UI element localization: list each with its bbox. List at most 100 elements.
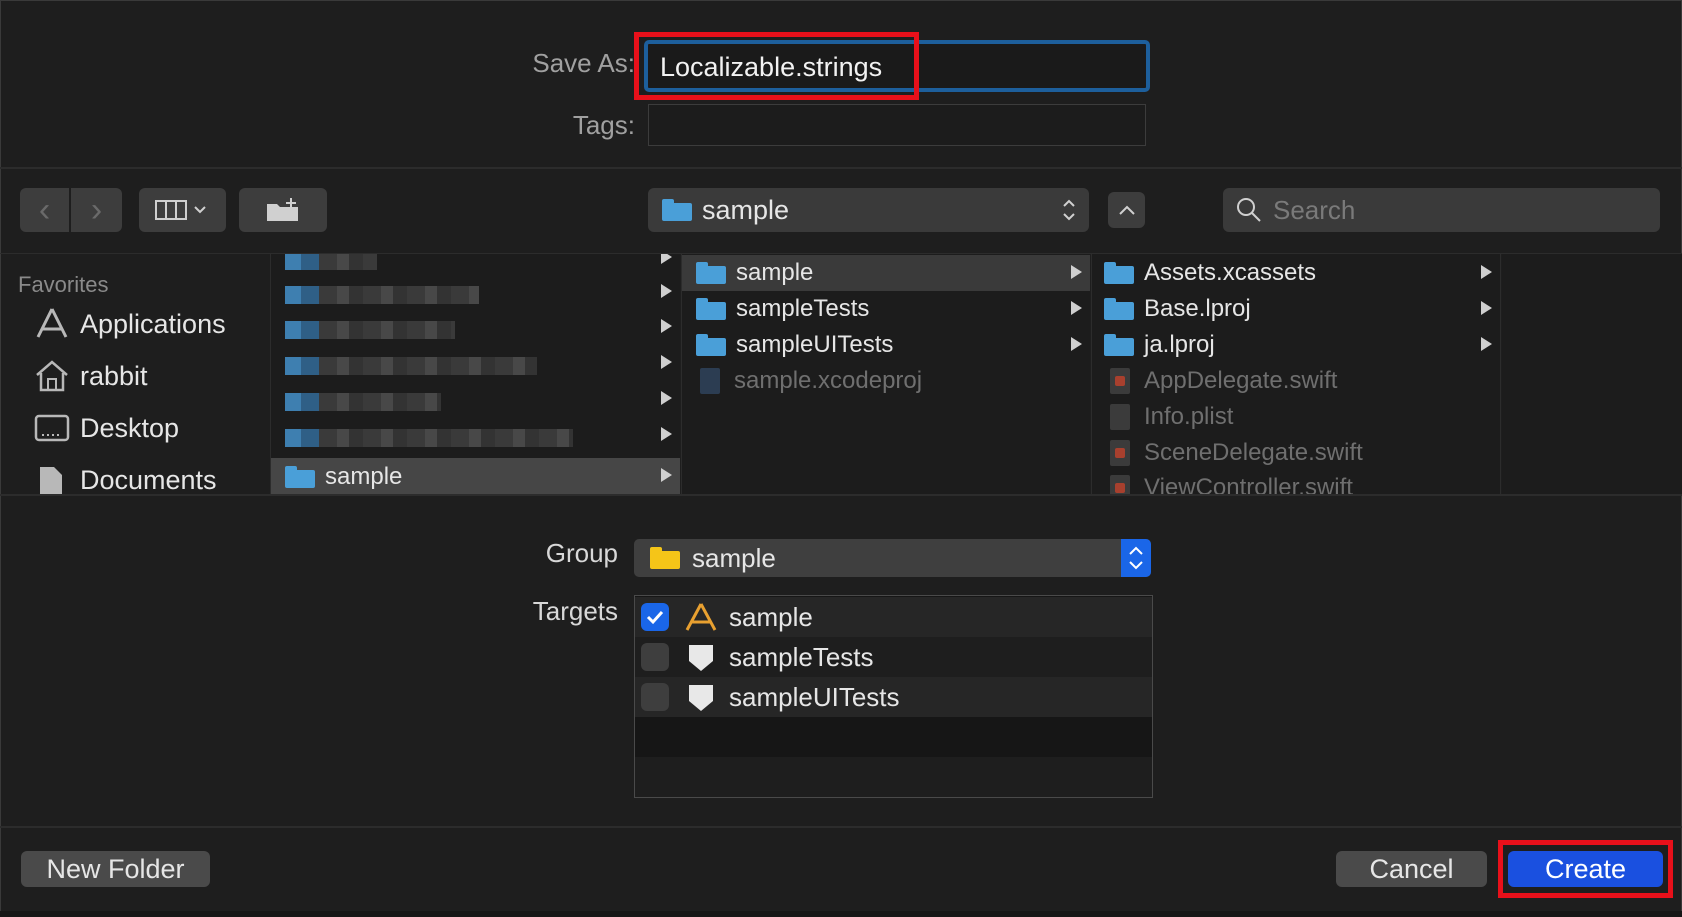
browser-row-selected[interactable]: sample	[271, 458, 680, 494]
browser-row[interactable]: sample	[682, 255, 1090, 291]
blurred-icon	[285, 254, 319, 270]
new-folder-toolbar-button[interactable]	[239, 188, 327, 232]
group-value: sample	[692, 542, 776, 573]
disclosure-arrow-icon	[661, 254, 672, 264]
search-icon	[1237, 198, 1261, 222]
row-label: sampleUITests	[736, 331, 894, 358]
target-row[interactable]: sampleTests	[635, 637, 1152, 677]
target-row[interactable]: sampleUITests	[635, 677, 1152, 717]
row-label: Assets.xcassets	[1144, 259, 1317, 286]
up-down-arrows-icon	[1063, 199, 1075, 221]
browser-row: sample.xcodeproj	[682, 363, 1090, 399]
separator	[0, 826, 1682, 828]
separator	[0, 494, 1682, 496]
swift-file-icon	[1110, 475, 1130, 494]
save-as-label: Save As:	[532, 48, 635, 78]
row-label: sample	[736, 259, 814, 286]
targets-label: Targets	[532, 596, 618, 626]
blurred-text	[319, 321, 455, 339]
blurred-icon	[285, 286, 319, 304]
disclosure-arrow-icon	[661, 284, 672, 298]
blurred-text	[319, 254, 377, 270]
folder-icon	[696, 262, 726, 284]
browser-row: ViewController.swift	[1092, 470, 1500, 494]
cancel-button[interactable]: Cancel	[1336, 851, 1487, 887]
browser-row[interactable]: sampleUITests	[682, 327, 1090, 363]
row-label: Info.plist	[1144, 403, 1234, 430]
blurred-text	[319, 393, 441, 411]
target-label: sample	[729, 601, 813, 632]
target-row[interactable]: sample	[635, 597, 1152, 637]
disclosure-arrow-icon	[1481, 265, 1492, 279]
browser-row[interactable]: Base.lproj	[1092, 291, 1500, 327]
sidebar-item-desktop[interactable]: Desktop	[34, 408, 179, 448]
target-checkbox[interactable]	[641, 603, 669, 631]
blurred-text	[319, 429, 573, 447]
app-target-icon	[685, 603, 717, 631]
tags-label: Tags:	[572, 110, 635, 140]
new-folder-icon	[267, 198, 298, 221]
row-label: AppDelegate.swift	[1144, 367, 1338, 394]
target-checkbox[interactable]	[641, 643, 669, 671]
desktop-icon	[34, 414, 70, 442]
swift-file-icon	[1110, 368, 1130, 394]
forward-button[interactable]: ›	[71, 188, 122, 232]
browser-column-2: sample sampleTests sampleUITests sample.…	[681, 254, 1090, 494]
browser-row[interactable]: sampleTests	[682, 291, 1090, 327]
row-label: SceneDelegate.swift	[1144, 439, 1363, 466]
browser-row: Info.plist	[1092, 399, 1500, 435]
empty-row	[635, 757, 1152, 797]
row-label: ja.lproj	[1144, 331, 1215, 358]
home-icon	[36, 360, 68, 392]
sidebar-item-documents[interactable]: Documents	[34, 460, 217, 494]
blurred-icon	[285, 357, 319, 375]
sidebar-item-applications[interactable]: Applications	[34, 304, 226, 344]
chevron-right-icon: ›	[90, 190, 103, 229]
browser-row: SceneDelegate.swift	[1092, 435, 1500, 471]
sidebar-header: Favorites	[18, 272, 109, 297]
disclosure-arrow-icon	[1481, 337, 1492, 351]
create-highlight	[1498, 840, 1673, 898]
sidebar-item-label: Desktop	[80, 412, 180, 443]
row-label: Base.lproj	[1144, 295, 1251, 322]
sidebar-item-rabbit[interactable]: rabbit	[34, 356, 148, 396]
sidebar-item-label: Documents	[80, 464, 217, 495]
browser-column-3: Assets.xcassets Base.lproj ja.lproj AppD…	[1091, 254, 1501, 494]
group-popup[interactable]: sample	[634, 539, 1151, 577]
collapse-button[interactable]	[1108, 192, 1145, 228]
folder-icon	[285, 466, 315, 488]
plist-file-icon	[1110, 404, 1130, 430]
up-down-arrows-icon	[1129, 546, 1143, 570]
disclosure-arrow-icon	[661, 319, 672, 333]
targets-list: sample sampleTests sampleUITests	[634, 595, 1153, 798]
blurred-icon	[285, 393, 319, 411]
location-value: sample	[702, 194, 790, 225]
test-target-icon	[689, 645, 713, 671]
folder-icon	[1104, 334, 1134, 356]
applications-icon	[36, 308, 68, 338]
sidebar-item-label: Applications	[80, 308, 226, 339]
sidebar: Favorites Applications rabbit Desktop Do…	[0, 254, 270, 494]
tags-field[interactable]	[648, 104, 1146, 146]
disclosure-arrow-icon	[661, 427, 672, 441]
back-button[interactable]: ‹	[20, 188, 69, 232]
folder-icon	[696, 334, 726, 356]
search-field[interactable]: Search	[1223, 188, 1660, 232]
popup-arrows	[1121, 539, 1151, 577]
disclosure-arrow-icon	[1481, 301, 1492, 315]
location-popup[interactable]: sample	[648, 188, 1089, 232]
disclosure-arrow-icon	[661, 391, 672, 405]
target-checkbox[interactable]	[641, 683, 669, 711]
folder-icon	[1104, 298, 1134, 320]
view-mode-button[interactable]	[139, 188, 226, 232]
chevron-up-icon	[1118, 205, 1135, 215]
bottom-edge	[0, 911, 1682, 917]
browser-row[interactable]: ja.lproj	[1092, 327, 1500, 363]
new-folder-button[interactable]: New Folder	[21, 851, 210, 887]
row-label: sampleTests	[736, 295, 870, 322]
browser-row[interactable]: Assets.xcassets	[1092, 255, 1500, 291]
folder-icon	[650, 547, 680, 569]
search-placeholder: Search	[1273, 194, 1356, 225]
folder-icon	[1104, 262, 1134, 284]
folder-icon	[696, 298, 726, 320]
